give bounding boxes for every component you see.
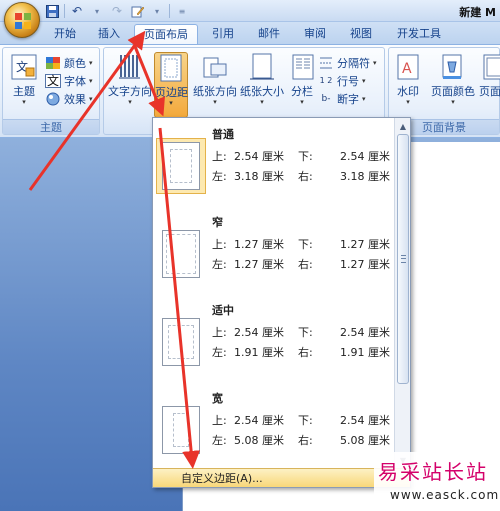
themes-label: 主题	[13, 85, 35, 98]
font-icon: 文	[45, 73, 61, 88]
page-preview-icon	[162, 406, 200, 454]
themes-icon: 文	[9, 52, 39, 82]
theme-fonts-button[interactable]: 文 字体 ▾	[45, 72, 93, 89]
margin-preview	[156, 138, 206, 194]
gallery-scrollbar[interactable]: ▲ ▼	[394, 118, 410, 468]
orientation-button[interactable]: 纸张方向 ▾	[192, 52, 238, 118]
text-direction-button[interactable]: 文字方向 ▾	[108, 52, 152, 118]
quick-access-toolbar: ↶ ▾ ↷ ▾ ≡	[44, 3, 190, 19]
columns-button[interactable]: 分栏 ▾	[288, 52, 316, 118]
undo-dropdown-icon[interactable]: ▾	[89, 3, 105, 19]
chevron-down-icon: ▾	[373, 58, 377, 67]
themes-button[interactable]: 文 主题 ▾	[5, 52, 43, 118]
tab-page-layout[interactable]: 页面布局	[134, 24, 198, 44]
hyphenation-button[interactable]: b- 断字 ▾	[318, 90, 366, 107]
customize-icon[interactable]: ▾	[149, 3, 165, 19]
chevron-down-icon: ▾	[362, 94, 366, 103]
chevron-down-icon: ▾	[169, 99, 173, 107]
margins-list: 普通 上: 2.54 厘米 下: 2.54 厘米 左: 3.18 厘米 右: 3…	[153, 118, 395, 468]
theme-effects-button[interactable]: 效果 ▾	[45, 90, 93, 107]
columns-icon	[288, 52, 318, 82]
chevron-down-icon: ▾	[300, 98, 304, 106]
page-size-icon	[247, 52, 277, 82]
more-icon[interactable]: ≡	[174, 3, 190, 19]
orientation-icon	[200, 52, 230, 82]
margin-option-normal[interactable]: 普通 上: 2.54 厘米 下: 2.54 厘米 左: 3.18 厘米 右: 3…	[153, 118, 395, 206]
ribbon-tabs: 开始 插入 页面布局 引用 邮件 审阅 视图 开发工具	[0, 22, 500, 44]
margins-icon	[156, 53, 186, 83]
margin-preview	[156, 314, 206, 370]
page-color-button[interactable]: 页面颜色 ▾	[429, 52, 477, 118]
page-borders-button[interactable]: 页面边框	[479, 52, 500, 118]
page-preview-icon	[162, 142, 200, 190]
site-watermark: 易采站长站 www.easck.com	[374, 452, 500, 511]
tab-mailings[interactable]: 邮件	[248, 24, 290, 44]
text-direction-icon	[115, 52, 145, 82]
tab-references[interactable]: 引用	[202, 24, 244, 44]
watermark-icon: A	[393, 52, 423, 82]
tab-view[interactable]: 视图	[340, 24, 382, 44]
chevron-down-icon: ▾	[89, 58, 93, 67]
tab-review[interactable]: 审阅	[294, 24, 336, 44]
breaks-button[interactable]: 分隔符 ▾	[318, 54, 377, 71]
line-numbers-icon: 1 2	[319, 76, 333, 85]
chevron-down-icon: ▾	[128, 98, 132, 106]
watermark-url: www.easck.com	[390, 488, 500, 502]
theme-colors-button[interactable]: 颜色 ▾	[45, 54, 93, 71]
line-numbers-button[interactable]: 1 2 行号 ▾	[318, 72, 366, 89]
themes-group-label: 主题	[3, 119, 99, 134]
size-button[interactable]: 纸张大小 ▾	[238, 52, 286, 118]
paint-bucket-icon	[438, 52, 468, 82]
chevron-down-icon: ▾	[260, 98, 264, 106]
page-border-icon	[479, 52, 500, 82]
watermark-site-name: 易采站长站	[378, 460, 488, 484]
margin-option-narrow[interactable]: 窄 上: 1.27 厘米 下: 1.27 厘米 左: 1.27 厘米 右: 1.…	[153, 206, 395, 294]
margins-button[interactable]: 页边距 ▾	[154, 52, 188, 118]
palette-icon	[45, 56, 61, 70]
page-break-icon	[318, 56, 334, 70]
chevron-down-icon: ▾	[89, 76, 93, 85]
margin-option-moderate[interactable]: 适中 上: 2.54 厘米 下: 2.54 厘米 左: 1.91 厘米 右: 1…	[153, 294, 395, 382]
chevron-down-icon: ▾	[451, 98, 455, 106]
chevron-down-icon: ▾	[362, 76, 366, 85]
office-logo-icon	[15, 13, 31, 29]
margin-option-wide[interactable]: 宽 上: 2.54 厘米 下: 2.54 厘米 左: 5.08 厘米 右: 5.…	[153, 382, 395, 468]
page-preview-icon	[162, 318, 200, 366]
svg-text:A: A	[402, 61, 412, 77]
watermark-button[interactable]: A 水印 ▾	[391, 52, 425, 118]
margin-preview	[156, 226, 206, 282]
page-preview-icon	[162, 230, 200, 278]
redo-icon[interactable]: ↷	[109, 3, 125, 19]
scrollbar-thumb[interactable]	[397, 134, 409, 384]
edit-icon[interactable]	[129, 3, 145, 19]
custom-margins-button[interactable]: 自定义边距(A)...	[153, 468, 410, 487]
themes-group: 文 主题 ▾ 颜色 ▾ 文 字体 ▾ 效果 ▾ 主题	[2, 47, 100, 135]
qat-separator	[64, 4, 65, 18]
effects-icon	[45, 92, 61, 106]
tab-insert[interactable]: 插入	[88, 24, 130, 44]
chevron-down-icon: ▾	[213, 98, 217, 106]
grip-icon	[401, 255, 406, 263]
tab-home[interactable]: 开始	[44, 24, 86, 44]
office-button[interactable]	[4, 2, 40, 38]
chevron-down-icon: ▾	[406, 98, 410, 106]
tab-developer[interactable]: 开发工具	[388, 24, 450, 44]
scroll-up-icon[interactable]: ▲	[396, 119, 410, 133]
save-icon[interactable]	[44, 3, 60, 19]
margins-gallery: 普通 上: 2.54 厘米 下: 2.54 厘米 左: 3.18 厘米 右: 3…	[152, 117, 411, 488]
chevron-down-icon: ▾	[89, 94, 93, 103]
qat-separator	[169, 4, 170, 18]
title-bar: ↶ ▾ ↷ ▾ ≡ 新建 M	[0, 0, 500, 22]
chevron-down-icon: ▾	[22, 98, 26, 106]
window-title: 新建 M	[459, 6, 496, 19]
undo-icon[interactable]: ↶	[69, 3, 85, 19]
margin-preview	[156, 402, 206, 458]
hyphenation-icon: b-	[321, 93, 331, 104]
